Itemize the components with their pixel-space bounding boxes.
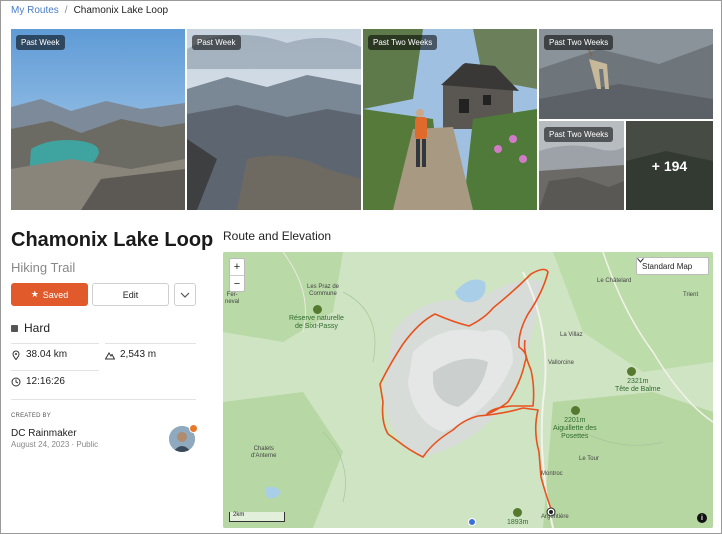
map-type-select[interactable]: Standard Map: [636, 257, 709, 275]
map-label-fer: Fer- neval: [225, 292, 240, 305]
map-label-1893: 1893m: [507, 519, 529, 526]
stat-elevation: 2,543 m: [105, 349, 156, 360]
breadcrumb-current: Chamonix Lake Loop: [73, 5, 169, 16]
creator-name[interactable]: DC Rainmaker: [11, 428, 77, 439]
divider: [11, 343, 99, 344]
created-by-label: CREATED BY: [11, 413, 51, 419]
photo-badge: Past Two Weeks: [544, 35, 614, 50]
map-scale: 2km: [229, 512, 285, 522]
distance-value: 38.04 km: [26, 349, 68, 360]
more-photos-count: + 194: [626, 121, 713, 210]
map-label-reserve: Réserve naturelle de Sixt-Passy: [289, 315, 344, 330]
divider: [105, 343, 196, 344]
difficulty-square-icon: [11, 324, 18, 332]
map-label-montroc: Montroc: [541, 471, 563, 477]
trail-title: Chamonix Lake Loop: [11, 229, 214, 251]
photo-mountain-ridge[interactable]: Past Week: [187, 29, 361, 210]
map-label-argentiere: Argentière: [541, 514, 569, 520]
verified-badge-icon: [189, 424, 198, 433]
info-icon[interactable]: i: [697, 513, 707, 523]
photo-badge: Past Two Weeks: [368, 35, 438, 50]
map-label-villaz: La Villaz: [560, 332, 583, 338]
mountain-icon: [105, 351, 115, 359]
elevation-value: 2,543 m: [120, 349, 157, 360]
map-label-vallorcine: Vallorcine: [548, 360, 574, 366]
stat-distance: 38.04 km: [11, 349, 67, 360]
photo-more[interactable]: + 194: [626, 121, 713, 210]
breadcrumb: My Routes / Chamonix Lake Loop: [11, 5, 168, 16]
photo-badge: Past Week: [192, 35, 241, 50]
zoom-control: + −: [229, 258, 245, 292]
trail-type: Hiking Trail: [11, 260, 76, 275]
page: My Routes / Chamonix Lake Loop Past Week: [0, 0, 722, 534]
breadcrumb-separator: /: [64, 5, 68, 16]
divider: [11, 399, 196, 400]
map-label-praz: Les Praz de Commune: [307, 284, 340, 297]
photo-cloudy-slope[interactable]: Past Two Weeks: [539, 121, 624, 210]
peak-icon: [513, 508, 522, 517]
saved-label: Saved: [42, 289, 69, 300]
current-location-icon[interactable]: [468, 518, 476, 526]
creator-meta: August 24, 2023 · Public: [11, 440, 99, 449]
map-label-tour: Le Tour: [579, 456, 599, 462]
more-options-button[interactable]: [174, 283, 196, 306]
stat-duration: 12:16:26: [11, 376, 65, 387]
zoom-in-button[interactable]: +: [230, 259, 244, 275]
route-map[interactable]: + − Standard Map Fer- neval Les Praz de …: [223, 252, 713, 528]
difficulty-badge: Hard: [11, 321, 50, 335]
clock-icon: [11, 377, 21, 386]
map-type-label: Standard Map: [642, 261, 693, 271]
photo-hiker-hut[interactable]: Past Two Weeks: [363, 29, 537, 210]
divider: [11, 370, 99, 371]
map-label-trient: Trient: [683, 292, 699, 298]
map-label-balme: 2321m Tête de Balme: [615, 378, 661, 393]
map-label-chatelard: Le Châtelard: [597, 278, 632, 284]
chevron-down-icon: [180, 292, 190, 298]
plus-icon: +: [233, 261, 241, 273]
photo-badge: Past Two Weeks: [544, 127, 614, 142]
star-icon: ★: [30, 289, 39, 299]
photo-lake[interactable]: Past Week: [11, 29, 185, 210]
photo-ibex[interactable]: Past Two Weeks: [539, 29, 713, 119]
map-label-chalets: Chalets d'Anterne: [251, 446, 277, 459]
difficulty-label: Hard: [24, 321, 51, 335]
chevron-down-icon: [637, 258, 644, 263]
nature-reserve-icon: [313, 305, 322, 314]
photo-badge: Past Week: [16, 35, 65, 50]
map-label-posettes: 2201m Aiguillette des Posettes: [553, 417, 597, 440]
zoom-out-button[interactable]: −: [230, 275, 244, 291]
location-pin-icon: [12, 349, 20, 360]
peak-icon: [571, 406, 580, 415]
minus-icon: −: [233, 277, 241, 290]
duration-value: 12:16:26: [26, 376, 65, 387]
route-elevation-title: Route and Elevation: [223, 229, 332, 243]
edit-button[interactable]: Edit: [92, 283, 169, 306]
saved-button[interactable]: ★ Saved: [11, 283, 88, 306]
breadcrumb-my-routes-link[interactable]: My Routes: [11, 5, 59, 16]
peak-icon: [627, 367, 636, 376]
